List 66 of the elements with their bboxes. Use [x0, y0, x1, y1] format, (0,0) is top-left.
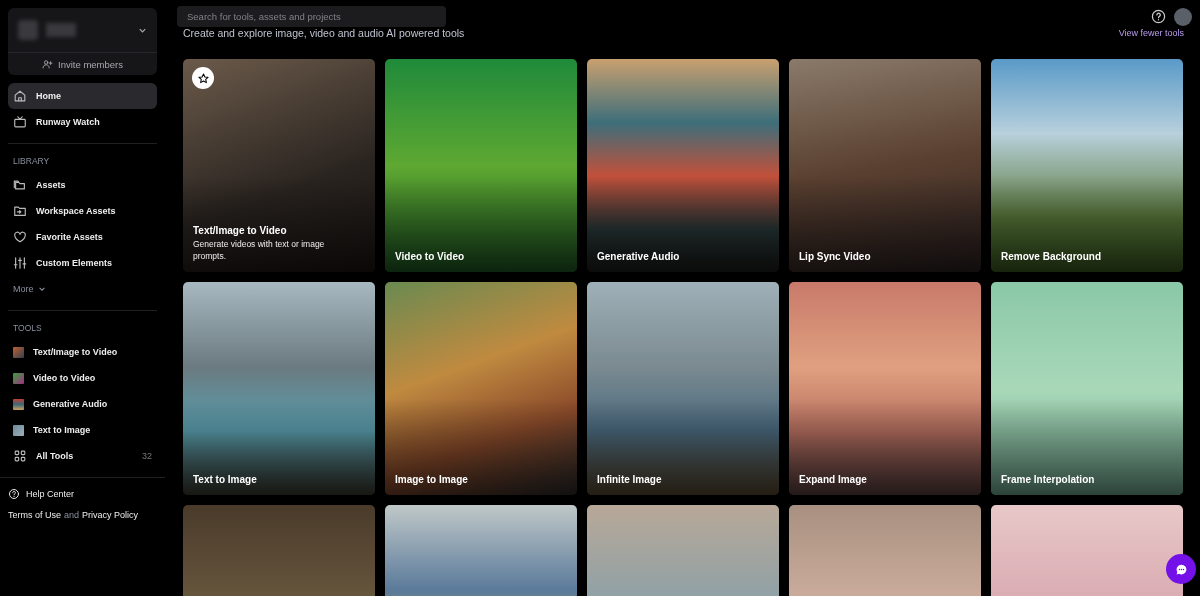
tool-card[interactable]: Remove Background: [991, 59, 1183, 272]
favorite-star-button[interactable]: [192, 67, 214, 89]
tool-card[interactable]: Infinite Image: [587, 282, 779, 495]
heart-icon: [13, 230, 27, 244]
add-user-icon: [42, 58, 54, 70]
avatar[interactable]: [1174, 7, 1192, 26]
folders-icon: [13, 178, 27, 192]
chat-icon: [1174, 562, 1188, 576]
card-title: Generative Audio: [597, 251, 681, 262]
tool-thumbnail-icon: [13, 346, 24, 358]
card-title: Lip Sync Video: [799, 251, 872, 262]
terms-link[interactable]: Terms of Use: [8, 510, 61, 520]
tool-item[interactable]: Video to Video: [8, 365, 157, 391]
help-center-link[interactable]: Help Center: [8, 484, 157, 504]
more-button[interactable]: More: [13, 278, 152, 300]
card-title: Text/Image to Video: [193, 225, 288, 237]
help-icon: [1151, 9, 1166, 24]
tool-card[interactable]: Frame Interpolation: [991, 282, 1183, 495]
card-title: Video to Video: [395, 251, 466, 262]
tool-card[interactable]: Image to Image: [385, 282, 577, 495]
tool-thumbnail-icon: [13, 424, 24, 436]
sliders-icon: [13, 256, 27, 270]
tool-item[interactable]: Text to Image: [8, 417, 157, 443]
tv-icon: [13, 115, 27, 129]
tool-card[interactable]: Lip Sync Video: [789, 59, 981, 272]
help-icon: [8, 488, 20, 500]
nav-item[interactable]: Favorite Assets: [8, 224, 157, 250]
tool-card[interactable]: Text/Image to Video Generate videos with text or image prompts.: [183, 59, 375, 272]
card-title: Remove Background: [1001, 251, 1103, 262]
tool-item[interactable]: Generative Audio: [8, 391, 157, 417]
star-icon: [197, 72, 209, 84]
blurred-name: [46, 23, 76, 37]
privacy-link[interactable]: Privacy Policy: [82, 510, 139, 520]
search-field[interactable]: Search for tools, assets and projects: [177, 6, 446, 27]
tool-card[interactable]: Expand Image: [789, 282, 981, 495]
tool-count: 32: [142, 451, 152, 461]
nav-item[interactable]: Assets: [8, 172, 157, 198]
grid-icon: [13, 449, 27, 463]
tool-item[interactable]: All Tools 32: [8, 443, 157, 469]
view-fewer-tools-link[interactable]: View fewer tools: [1118, 28, 1184, 38]
tool-card[interactable]: Video to Video: [385, 59, 577, 272]
section-heading: TOOLS: [13, 323, 43, 333]
nav-item[interactable]: Custom Elements: [8, 250, 157, 276]
card-description: Generate videos with text or image prompts.: [193, 239, 326, 262]
section-heading: LIBRARY: [13, 156, 51, 166]
tool-thumbnail-icon: [13, 398, 24, 410]
invite-members-button[interactable]: Invite members: [8, 53, 157, 75]
card-title: Expand Image: [799, 474, 868, 485]
nav-item[interactable]: Workspace Assets: [8, 198, 157, 224]
card-title: Text to Image: [193, 474, 258, 485]
nav-item[interactable]: Runway Watch: [8, 109, 157, 135]
card-title: Image to Image: [395, 474, 469, 485]
tool-item[interactable]: Text/Image to Video: [8, 339, 157, 365]
tool-card[interactable]: Text to Image: [183, 282, 375, 495]
tool-thumbnail-icon: [13, 372, 24, 384]
card-title: Infinite Image: [597, 474, 663, 485]
chat-button[interactable]: [1166, 554, 1196, 584]
home-icon: [13, 89, 27, 103]
blurred-logo: [18, 20, 38, 40]
card-title: Frame Interpolation: [1001, 474, 1096, 485]
page-subtitle: Create and explore image, video and audio AI powered tools: [183, 27, 465, 39]
chevron-down-icon: [37, 285, 46, 293]
tool-card[interactable]: Generative Audio: [587, 59, 779, 272]
legal-joiner: and: [64, 510, 80, 520]
nav-item[interactable]: Home: [8, 83, 157, 109]
folder-icon: [13, 204, 27, 218]
